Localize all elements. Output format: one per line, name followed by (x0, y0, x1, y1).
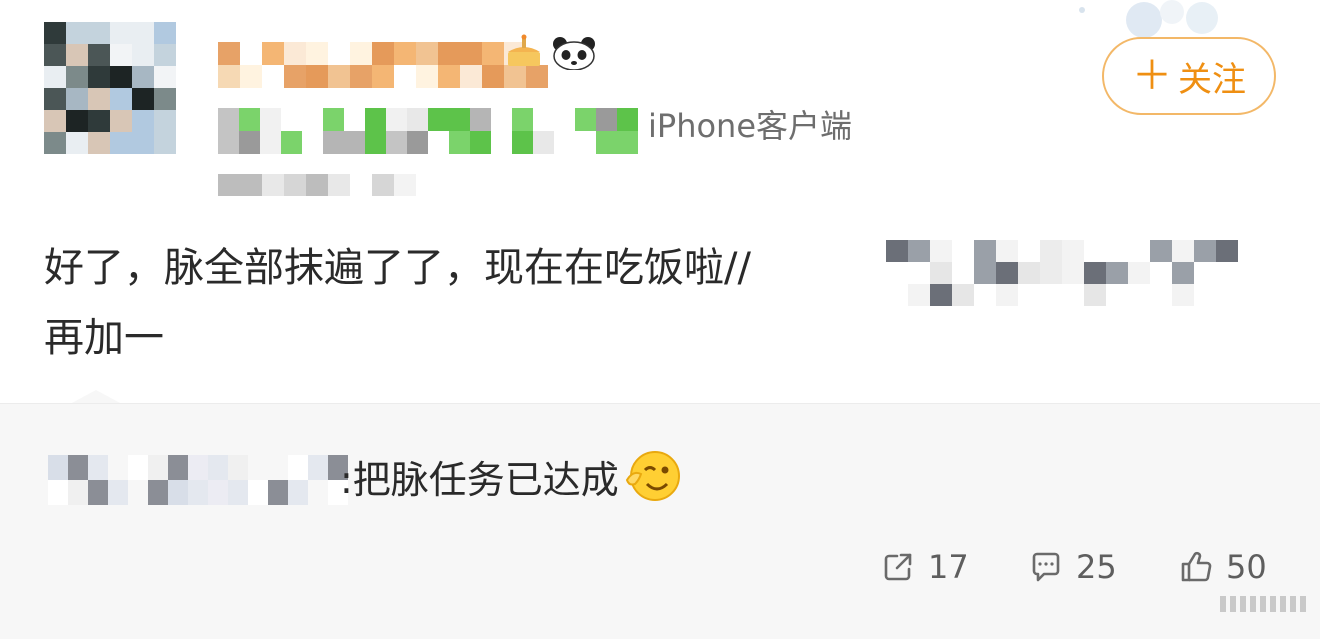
comment-icon (1032, 552, 1060, 582)
avatar[interactable] (44, 22, 176, 154)
post-time-redacted (218, 174, 416, 196)
panda-icon (553, 37, 595, 70)
birthday-cake-icon (508, 34, 540, 66)
decorative-art-icon (1079, 0, 1218, 38)
reply-username-redacted[interactable] (48, 455, 348, 505)
action-bar: 17 25 50 (880, 548, 1298, 586)
repost-icon (884, 553, 912, 581)
like-button[interactable]: 50 (1178, 548, 1298, 586)
repost-button[interactable]: 17 (880, 548, 1028, 586)
post-text-continued: 再加一 (44, 315, 164, 361)
watermark-pattern-icon (1220, 596, 1306, 612)
post-meta-redacted (218, 108, 640, 154)
quoted-reply-panel[interactable] (0, 403, 1320, 639)
quote-caret (70, 390, 122, 404)
post-text: 好了，脉全部抹遍了了，现在在吃饭啦// (44, 245, 751, 291)
comment-button[interactable]: 25 (1028, 548, 1178, 586)
wink-emoji-icon (625, 451, 680, 501)
username-redacted[interactable] (218, 42, 548, 88)
client-source: iPhone客户端 (648, 107, 853, 145)
plus-icon: ＋ (1132, 53, 1172, 99)
repost-count: 17 (928, 548, 969, 586)
comment-count: 25 (1076, 548, 1117, 586)
like-count: 50 (1226, 548, 1267, 586)
follow-label: 关注 (1178, 59, 1246, 100)
quoted-reply: :把脉任务已达成 (340, 446, 683, 506)
quoted-user-redacted[interactable] (886, 240, 1238, 306)
thumbs-up-icon (1181, 551, 1212, 582)
follow-button[interactable]: ＋ 关注 (1102, 37, 1276, 115)
quoted-reply-text: :把脉任务已达成 (340, 457, 619, 502)
